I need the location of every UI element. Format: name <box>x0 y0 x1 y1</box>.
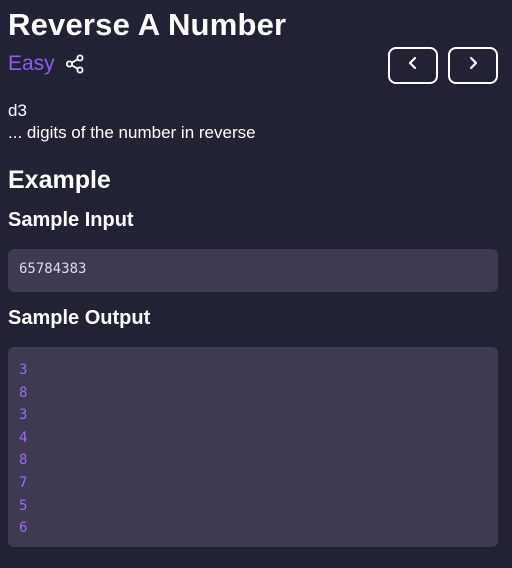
output-line: 8 <box>19 384 28 401</box>
description-line: ... digits of the number in reverse <box>8 123 256 142</box>
sample-input-value: 65784383 <box>19 261 87 277</box>
chevron-left-icon <box>407 56 419 75</box>
output-line: 5 <box>19 497 28 514</box>
problem-title: Reverse A Number <box>8 7 287 42</box>
sample-input-box: 65784383 <box>8 249 498 292</box>
chevron-right-icon <box>467 56 479 75</box>
problem-description: d3 ... digits of the number in reverse <box>8 100 256 144</box>
description-line: d3 <box>8 101 27 120</box>
output-line: 8 <box>19 452 28 469</box>
sample-output-heading: Sample Output <box>8 307 151 329</box>
sample-input-heading: Sample Input <box>8 209 134 231</box>
next-problem-button[interactable] <box>448 47 498 84</box>
difficulty-label: Easy <box>8 52 55 75</box>
previous-problem-button[interactable] <box>388 47 438 84</box>
output-line: 4 <box>19 429 28 446</box>
problem-page: Reverse A Number Easy d3 ... digits of t… <box>0 0 512 568</box>
example-heading: Example <box>8 166 111 194</box>
difficulty-row: Easy <box>8 52 85 76</box>
output-line: 3 <box>19 362 28 378</box>
output-line: 7 <box>19 474 28 491</box>
output-line: 6 <box>19 520 28 537</box>
output-line: 3 <box>19 407 28 424</box>
sample-output-box: 3 8 3 4 8 7 5 6 <box>8 347 498 547</box>
share-icon[interactable] <box>65 54 85 74</box>
